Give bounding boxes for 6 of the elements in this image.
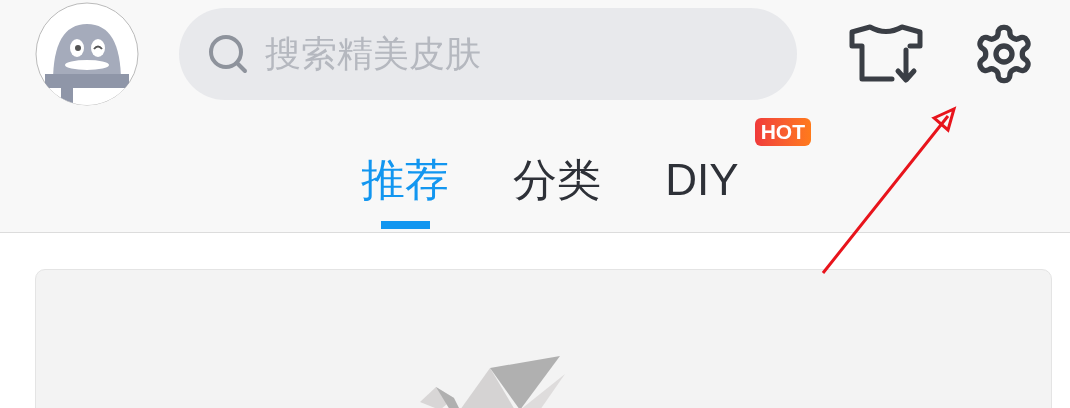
- tshirt-download-icon[interactable]: [848, 24, 924, 84]
- tab[interactable]: DIY: [665, 158, 739, 202]
- tab[interactable]: 分类: [513, 158, 602, 202]
- hot-badge: HOT: [754, 118, 811, 146]
- tab-indicator: [380, 221, 430, 229]
- avatar[interactable]: [35, 2, 139, 106]
